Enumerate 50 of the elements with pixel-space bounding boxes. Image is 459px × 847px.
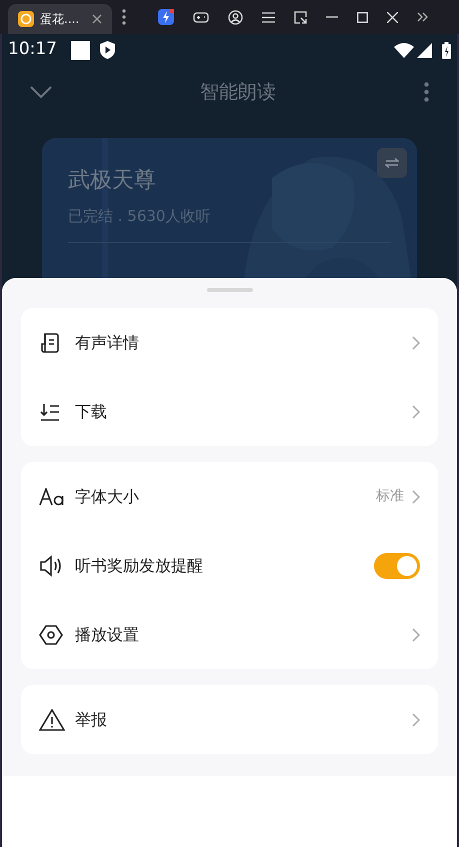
chevron-right-icon [412, 628, 420, 642]
settings-row[interactable]: 听书奖励发放提醒 [21, 531, 438, 600]
lightning-icon[interactable] [158, 9, 174, 25]
double-chevron-icon[interactable] [417, 12, 428, 22]
tab-title: 蛋花.... [40, 11, 80, 28]
menu-icon[interactable] [262, 12, 275, 22]
row-label: 播放设置 [75, 624, 139, 646]
settings-row[interactable]: 字体大小 标准 [21, 462, 438, 531]
battery-icon [442, 42, 451, 58]
font-size-icon [39, 488, 65, 506]
chevron-down-icon[interactable] [30, 86, 52, 98]
row-label: 下载 [75, 400, 107, 422]
chevron-right-icon [412, 404, 420, 418]
row-label: 听书奖励发放提醒 [75, 554, 203, 576]
book-title: 武极天尊 [68, 167, 157, 195]
user-icon[interactable] [228, 10, 243, 24]
row-label: 有声详情 [75, 332, 139, 354]
more-vertical-icon[interactable] [122, 9, 126, 25]
more-vertical-icon[interactable] [424, 82, 429, 102]
hexagon-settings-icon [39, 624, 63, 646]
chevron-right-icon [412, 490, 420, 504]
gamepad-icon[interactable] [193, 10, 209, 24]
status-time: 10:17 [8, 38, 57, 62]
chevron-right-icon [412, 712, 420, 726]
page-title: 智能朗读 [199, 80, 277, 105]
speaker-icon [39, 554, 63, 576]
square-icon [71, 40, 90, 60]
minimize-icon[interactable] [326, 16, 338, 18]
settings-row[interactable]: 有声详情 [21, 308, 438, 377]
warning-icon [39, 708, 65, 730]
app-logo-icon [18, 11, 34, 27]
settings-row[interactable]: 举报 [21, 685, 438, 754]
document-icon [39, 332, 61, 354]
settings-row[interactable]: 播放设置 [21, 600, 438, 669]
row-label: 举报 [75, 708, 107, 730]
shield-play-icon [100, 41, 115, 59]
swap-icon [385, 158, 399, 168]
book-meta: 已完结 . 5630人收听 [68, 206, 212, 227]
toggle-switch[interactable] [374, 552, 420, 578]
wifi-icon [394, 42, 414, 58]
chevron-right-icon [412, 336, 420, 350]
signal-icon [417, 42, 432, 58]
row-label: 字体大小 [75, 486, 139, 508]
settings-row[interactable]: 下载 [21, 377, 438, 446]
row-value: 标准 [376, 487, 404, 506]
browser-tab[interactable]: 蛋花.... [8, 4, 112, 34]
maximize-icon[interactable] [357, 12, 368, 22]
drag-handle[interactable] [206, 288, 252, 292]
swap-button[interactable] [377, 148, 407, 178]
resize-window-icon[interactable] [294, 10, 307, 24]
